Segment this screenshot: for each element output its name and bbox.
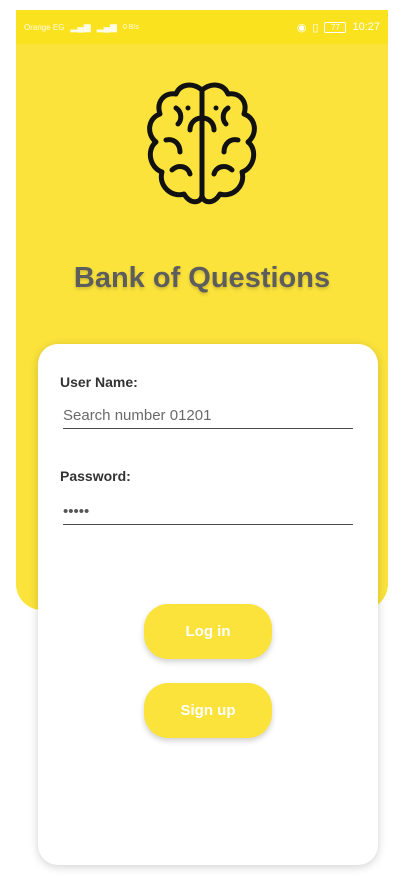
brain-icon (138, 78, 266, 210)
status-bar: Orange EG ▂▄▆ ▂▄▆ 0 B/s ◉ ▯ 77 10:27 (16, 10, 388, 44)
status-left: Orange EG ▂▄▆ ▂▄▆ 0 B/s (24, 22, 139, 33)
signup-button[interactable]: Sign up (144, 683, 272, 738)
signal-icon: ▂▄▆ (70, 21, 91, 32)
battery-icon: 77 (324, 21, 347, 33)
clock: 10:27 (352, 21, 380, 33)
login-button[interactable]: Log in (144, 604, 272, 659)
battery-level: 77 (331, 22, 340, 32)
login-card: User Name: Password: Log in Sign up (38, 344, 378, 865)
status-right: ◉ ▯ 77 10:27 (297, 21, 380, 34)
eye-icon: ◉ (296, 21, 307, 34)
wifi-icon: ▂▄▆ (96, 21, 117, 32)
username-input[interactable] (63, 402, 353, 429)
password-input[interactable] (63, 498, 353, 525)
carrier-name: Orange EG (24, 22, 65, 32)
username-label: User Name: (60, 374, 138, 390)
network-speed: 0 B/s (122, 23, 139, 31)
password-label: Password: (60, 468, 131, 484)
app-title: Bank of Questions (73, 262, 331, 294)
vibrate-icon: ▯ (312, 21, 319, 34)
